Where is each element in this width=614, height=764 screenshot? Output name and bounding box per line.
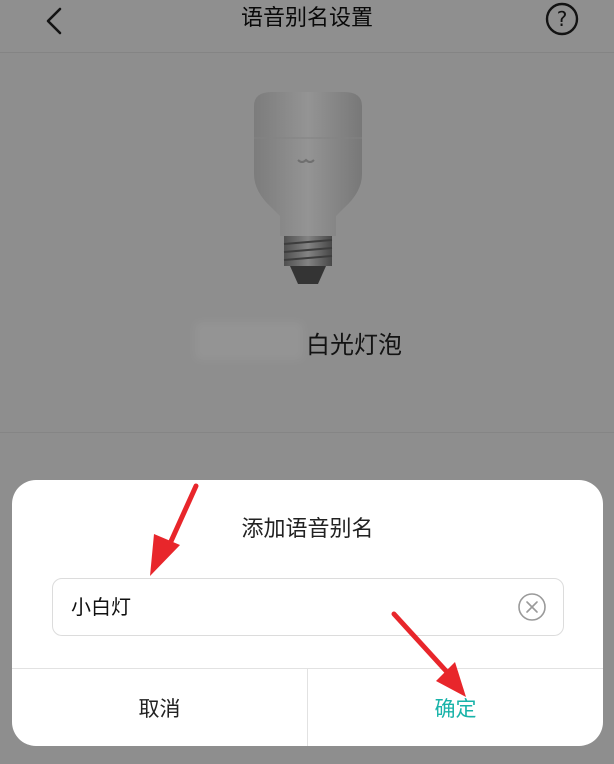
watermark-logo	[476, 702, 583, 740]
alias-input[interactable]: 小白灯	[52, 578, 564, 636]
alias-input-value[interactable]: 小白灯	[71, 593, 131, 621]
clear-icon[interactable]	[517, 592, 547, 622]
dialog-title: 添加语音别名	[241, 517, 374, 542]
cancel-button[interactable]: 取消	[12, 669, 307, 746]
